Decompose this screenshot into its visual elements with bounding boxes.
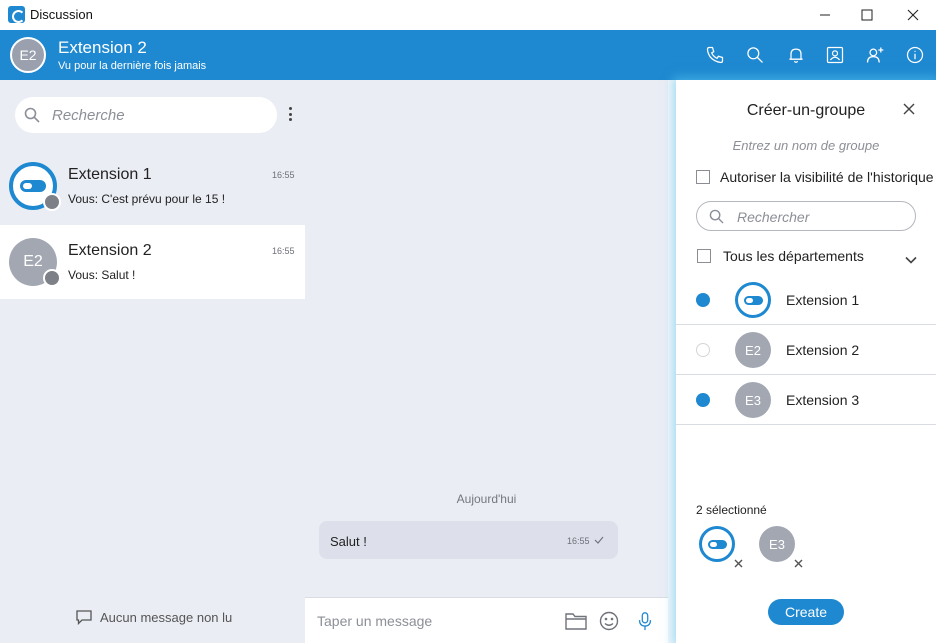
- history-visibility-checkbox[interactable]: [696, 170, 710, 184]
- member-row-extension-2[interactable]: E2 Extension 2: [676, 325, 936, 375]
- search-input[interactable]: [52, 104, 262, 126]
- remove-selected-button[interactable]: [734, 555, 743, 568]
- unread-filter[interactable]: Aucun message non lu: [76, 610, 232, 625]
- sent-check-icon: [594, 536, 604, 544]
- member-name: Extension 2: [786, 342, 860, 358]
- message-composer: [305, 597, 668, 643]
- app-logo-icon: [8, 6, 25, 23]
- conversation-item-extension-1[interactable]: Extension 1 16:55 Vous: C'est prévu pour…: [0, 149, 305, 223]
- search-icon: [747, 47, 763, 63]
- panel-title: Créer-un-groupe: [746, 102, 866, 119]
- close-icon: [907, 9, 919, 21]
- chevron-down-icon: [905, 256, 917, 264]
- call-button[interactable]: [703, 43, 727, 67]
- info-icon: [906, 46, 924, 64]
- search-button[interactable]: [743, 43, 767, 67]
- avatar: E2: [735, 332, 771, 368]
- close-window-button[interactable]: [890, 0, 936, 30]
- conversation-time: 16:55: [272, 170, 295, 180]
- chat-header: E2 Extension 2 Vu pour la dernière fois …: [0, 30, 936, 80]
- conversation-item-extension-2[interactable]: E2 Extension 2 16:55 Vous: Salut !: [0, 225, 305, 299]
- group-name-input[interactable]: [696, 134, 916, 156]
- history-visibility-label: Autoriser la visibilité de l'historique …: [720, 169, 936, 185]
- more-options-button[interactable]: [285, 107, 295, 123]
- conversation-time: 16:55: [272, 246, 295, 256]
- member-search-input[interactable]: [737, 207, 907, 227]
- message-time: 16:55: [567, 536, 604, 546]
- window-title: Discussion: [30, 7, 93, 22]
- member-name: Extension 1: [786, 292, 860, 308]
- member-select-radio[interactable]: [696, 393, 710, 407]
- contact-name: Extension 2: [58, 38, 147, 57]
- chat-area: Aujourd'hui Salut ! 16:55: [305, 80, 668, 643]
- selected-count: 2 sélectionné: [696, 503, 767, 517]
- minimize-icon: [820, 14, 830, 16]
- info-button[interactable]: [903, 43, 927, 67]
- bell-icon: [789, 48, 803, 63]
- search-icon: [709, 209, 724, 224]
- avatar: E3: [735, 382, 771, 418]
- conversation-name: Extension 1: [68, 166, 152, 183]
- status-dot: [43, 269, 61, 287]
- member-search-box[interactable]: [696, 201, 916, 231]
- all-departments-checkbox[interactable]: [697, 249, 711, 263]
- department-dropdown[interactable]: [905, 251, 917, 264]
- emoji-button[interactable]: [597, 610, 621, 632]
- unread-label: Aucun message non lu: [100, 610, 233, 625]
- remove-icon: [734, 559, 743, 568]
- attach-file-button[interactable]: [564, 610, 588, 632]
- contact-card-button[interactable]: [823, 43, 847, 67]
- selected-member-chip: E3: [759, 526, 795, 562]
- conversation-sidebar: Extension 1 16:55 Vous: C'est prévu pour…: [0, 80, 305, 643]
- status-dot: [43, 193, 61, 211]
- search-box[interactable]: [15, 97, 277, 133]
- maximize-button[interactable]: [844, 0, 890, 30]
- minimize-button[interactable]: [802, 0, 848, 30]
- member-row-extension-1[interactable]: Extension 1: [676, 275, 936, 325]
- close-panel-button[interactable]: [902, 102, 916, 116]
- message-time-text: 16:55: [566, 536, 590, 546]
- conversation-preview: Vous: Salut !: [68, 268, 136, 282]
- create-group-panel: Créer-un-groupe Autoriser la visibilité …: [676, 80, 936, 643]
- phone-icon: [706, 46, 724, 64]
- message-bubble[interactable]: Salut ! 16:55: [319, 521, 618, 559]
- title-bar: Discussion: [0, 0, 936, 30]
- avatar[interactable]: E2: [10, 37, 46, 73]
- message-icon: [76, 610, 92, 625]
- microphone-icon: [638, 612, 652, 631]
- date-separator: Aujourd'hui: [456, 492, 517, 506]
- avatar: [735, 282, 771, 318]
- member-name: Extension 3: [786, 392, 860, 408]
- smiley-icon: [599, 611, 619, 631]
- notifications-button[interactable]: [784, 43, 808, 67]
- panel-divider: [668, 80, 676, 643]
- remove-selected-button[interactable]: [794, 555, 803, 568]
- message-text: Salut !: [330, 534, 367, 549]
- remove-icon: [794, 559, 803, 568]
- create-group-button[interactable]: Create: [768, 599, 844, 625]
- contact-card-icon: [826, 46, 844, 64]
- contact-status: Vu pour la dernière fois jamais: [58, 60, 207, 72]
- conversation-preview: Vous: C'est prévu pour le 15 !: [68, 192, 226, 206]
- folder-icon: [565, 613, 587, 630]
- selected-member-chip: [699, 526, 735, 562]
- department-label: Tous les départements: [723, 248, 864, 264]
- add-user-icon: [866, 47, 884, 63]
- conversation-name: Extension 2: [68, 242, 152, 259]
- member-select-radio[interactable]: [696, 343, 710, 357]
- microphone-button[interactable]: [633, 610, 657, 632]
- maximize-icon: [861, 9, 873, 21]
- member-row-extension-3[interactable]: E3 Extension 3: [676, 375, 936, 425]
- close-icon: [903, 103, 915, 115]
- search-icon: [24, 107, 40, 123]
- add-user-button[interactable]: [863, 43, 887, 67]
- member-select-radio[interactable]: [696, 293, 710, 307]
- message-input[interactable]: [317, 611, 547, 631]
